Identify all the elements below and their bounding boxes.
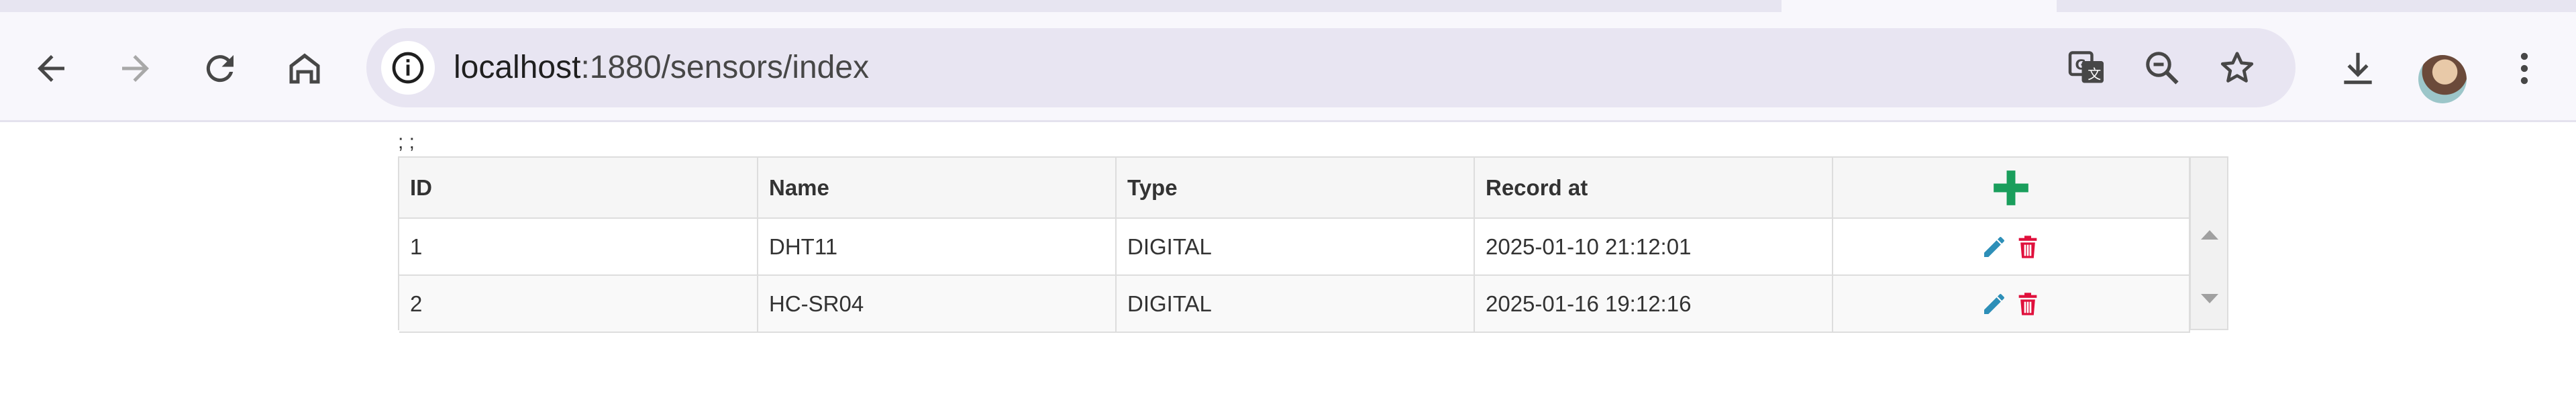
cell-name: DHT11	[758, 218, 1117, 276]
reload-button[interactable]	[196, 44, 244, 93]
table-row: 2 HC-SR04 DIGITAL 2025-01-16 19:12:16	[399, 275, 2190, 333]
menu-button[interactable]	[2500, 44, 2548, 93]
url-host: localhost	[454, 50, 581, 85]
page-content: ; ; ID Name Type Record at 1 DHT11 DIGIT…	[0, 124, 2576, 406]
trash-icon	[2018, 292, 2037, 315]
svg-text:文: 文	[2088, 66, 2101, 82]
scroll-up-arrow-icon[interactable]	[2198, 225, 2222, 245]
delete-button[interactable]	[2013, 232, 2043, 262]
arrow-right-icon	[122, 55, 149, 82]
back-button[interactable]	[27, 44, 75, 93]
cell-actions	[1833, 218, 2190, 276]
header-name: Name	[758, 158, 1117, 219]
cell-id: 2	[399, 275, 758, 333]
header-type: Type	[1116, 158, 1475, 219]
url-text[interactable]: localhost:1880/sensors/index	[454, 28, 869, 107]
stray-text: ; ;	[398, 131, 415, 153]
arrow-left-icon	[38, 55, 64, 82]
cell-record-at: 2025-01-16 19:12:16	[1474, 275, 1833, 333]
cell-id: 1	[399, 218, 758, 276]
reload-icon	[206, 55, 234, 83]
kebab-menu-icon	[2520, 52, 2528, 85]
url-path: :1880/sensors/index	[580, 50, 870, 85]
scroll-down-arrow-icon[interactable]	[2198, 289, 2222, 309]
browser-toolbar: localhost:1880/sensors/index G文	[0, 12, 2576, 122]
download-icon	[2344, 52, 2372, 85]
bookmark-star-icon[interactable]	[2217, 48, 2257, 88]
header-record-at: Record at	[1474, 158, 1833, 219]
header-actions	[1833, 158, 2190, 219]
cell-type: DIGITAL	[1116, 275, 1475, 333]
cell-type: DIGITAL	[1116, 218, 1475, 276]
home-icon	[289, 53, 320, 84]
cell-name: HC-SR04	[758, 275, 1117, 333]
info-icon	[392, 52, 424, 84]
home-button[interactable]	[280, 44, 329, 93]
tab-strip	[0, 0, 2576, 12]
pencil-icon	[1984, 236, 2004, 257]
profile-avatar[interactable]	[2418, 55, 2467, 103]
downloads-button[interactable]	[2334, 44, 2382, 93]
add-sensor-button[interactable]	[1990, 166, 2032, 209]
edit-button[interactable]	[1979, 289, 2009, 319]
translate-icon[interactable]: G文	[2067, 48, 2107, 88]
site-info-icon[interactable]	[381, 41, 435, 95]
zoom-out-icon[interactable]	[2142, 48, 2182, 88]
cell-actions	[1833, 275, 2190, 333]
delete-button[interactable]	[2013, 289, 2043, 319]
forward-button[interactable]	[111, 44, 160, 93]
table-scrollbar[interactable]	[2189, 158, 2227, 329]
plus-icon	[1994, 170, 2028, 205]
header-id: ID	[399, 158, 758, 219]
address-bar[interactable]: localhost:1880/sensors/index G文	[366, 28, 2296, 107]
table-header-row: ID Name Type Record at	[399, 158, 2190, 219]
trash-icon	[2018, 235, 2037, 258]
sensors-table: ID Name Type Record at 1 DHT11 DIGITAL 2…	[398, 156, 2228, 333]
table-row: 1 DHT11 DIGITAL 2025-01-10 21:12:01	[399, 218, 2190, 276]
svg-text:G: G	[2075, 57, 2086, 73]
cell-record-at: 2025-01-10 21:12:01	[1474, 218, 1833, 276]
edit-button[interactable]	[1979, 232, 2009, 262]
pencil-icon	[1984, 293, 2004, 314]
active-tab[interactable]	[1761, 0, 2077, 12]
